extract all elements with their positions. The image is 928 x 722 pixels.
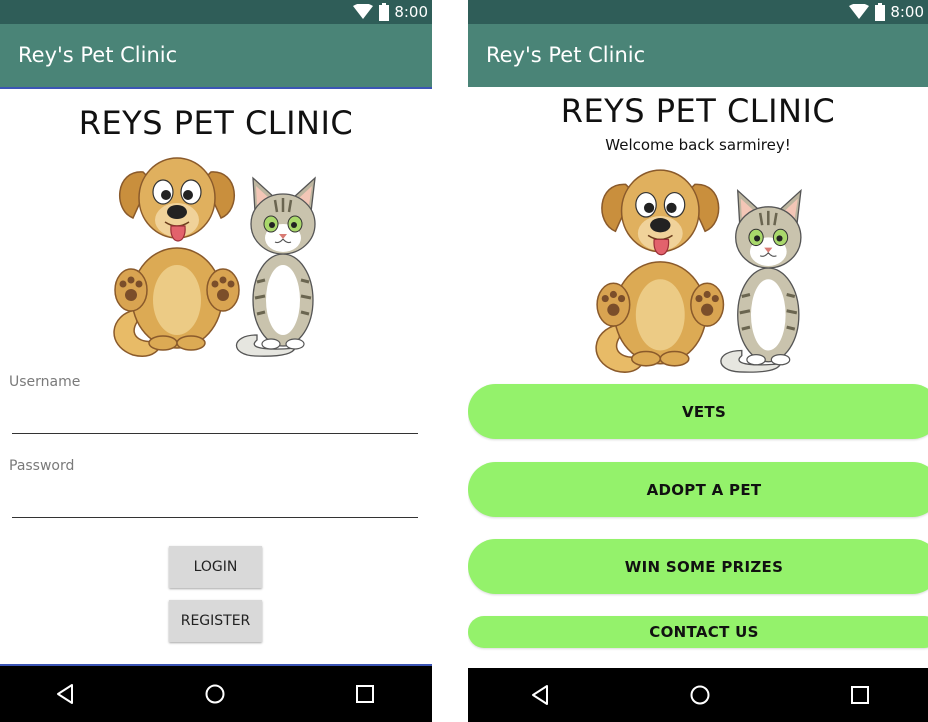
login-screen: 8:00 Rey's Pet Clinic REYS PET CLINIC Us… (0, 0, 432, 722)
home-icon[interactable] (204, 683, 226, 705)
navigation-bar (468, 668, 928, 722)
register-button[interactable]: REGISTER (169, 600, 262, 642)
username-input[interactable] (12, 404, 418, 434)
win-some-prizes-button[interactable]: WIN SOME PRIZES (468, 539, 928, 594)
battery-icon (379, 3, 390, 21)
home-screen: 8:00 Rey's Pet Clinic REYS PET CLINIC We… (468, 0, 928, 722)
page-title: REYS PET CLINIC (78, 104, 354, 142)
adopt-a-pet-button[interactable]: ADOPT A PET (468, 462, 928, 517)
app-bar-title: Rey's Pet Clinic (468, 24, 928, 87)
navigation-bar (0, 666, 432, 722)
app-bar-divider (0, 87, 432, 89)
home-icon[interactable] (689, 684, 711, 706)
vets-button[interactable]: VETS (468, 384, 928, 439)
password-input[interactable] (12, 488, 418, 518)
back-icon[interactable] (55, 683, 75, 705)
app-bar-title: Rey's Pet Clinic (0, 24, 432, 87)
username-label: Username (9, 374, 81, 390)
welcome-message: Welcome back sarmirey! (605, 136, 791, 154)
recents-icon[interactable] (355, 684, 375, 704)
wifi-icon (353, 4, 374, 19)
status-time: 8:00 (394, 3, 428, 21)
status-time: 8:00 (890, 3, 924, 21)
dog-and-cat-illustration (105, 150, 325, 360)
back-icon[interactable] (530, 684, 550, 706)
login-button[interactable]: LOGIN (169, 546, 262, 588)
contact-us-button[interactable]: CONTACT US (468, 616, 928, 648)
wifi-icon (849, 4, 870, 19)
status-bar: 8:00 (0, 0, 432, 24)
dog-and-cat-illustration (586, 162, 812, 376)
password-label: Password (9, 458, 75, 474)
page-title: REYS PET CLINIC (560, 92, 836, 130)
status-bar: 8:00 (468, 0, 928, 24)
battery-icon (875, 3, 886, 21)
recents-icon[interactable] (850, 685, 870, 705)
